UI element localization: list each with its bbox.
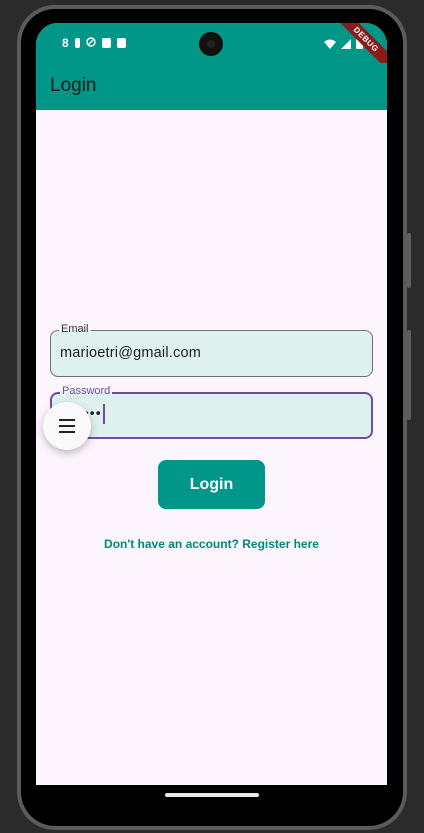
camera-icon [201,34,221,54]
signal-icon [341,36,351,54]
password-label: Password [60,385,113,397]
page-title: Login [50,75,97,96]
register-link[interactable]: Don't have an account? Register here [36,537,387,551]
no-disturb-icon [85,36,96,50]
password-field[interactable]: Password •••• [50,385,373,439]
clock: 8 [62,36,69,50]
app-bar: Login [36,63,387,110]
menu-icon [59,419,75,433]
app-notification-icon [101,38,111,48]
email-value: marioetri@gmail.com [60,345,201,361]
status-bar: 8 DEBUG [36,23,387,76]
navigation-handle[interactable] [165,793,259,797]
wifi-icon [324,36,336,54]
login-button[interactable]: Login [158,460,265,509]
email-field[interactable]: Email marioetri@gmail.com [50,323,373,377]
phone-screen: 8 DEBUG Login Email marioetri@gmail.com … [36,23,387,785]
status-left: 8 [62,36,126,50]
power-button [407,233,411,288]
notification-icon [74,38,80,48]
menu-fab[interactable] [43,402,91,450]
volume-button [407,330,411,420]
sd-card-icon [116,38,126,48]
text-caret [102,404,105,424]
email-label: Email [59,323,91,335]
